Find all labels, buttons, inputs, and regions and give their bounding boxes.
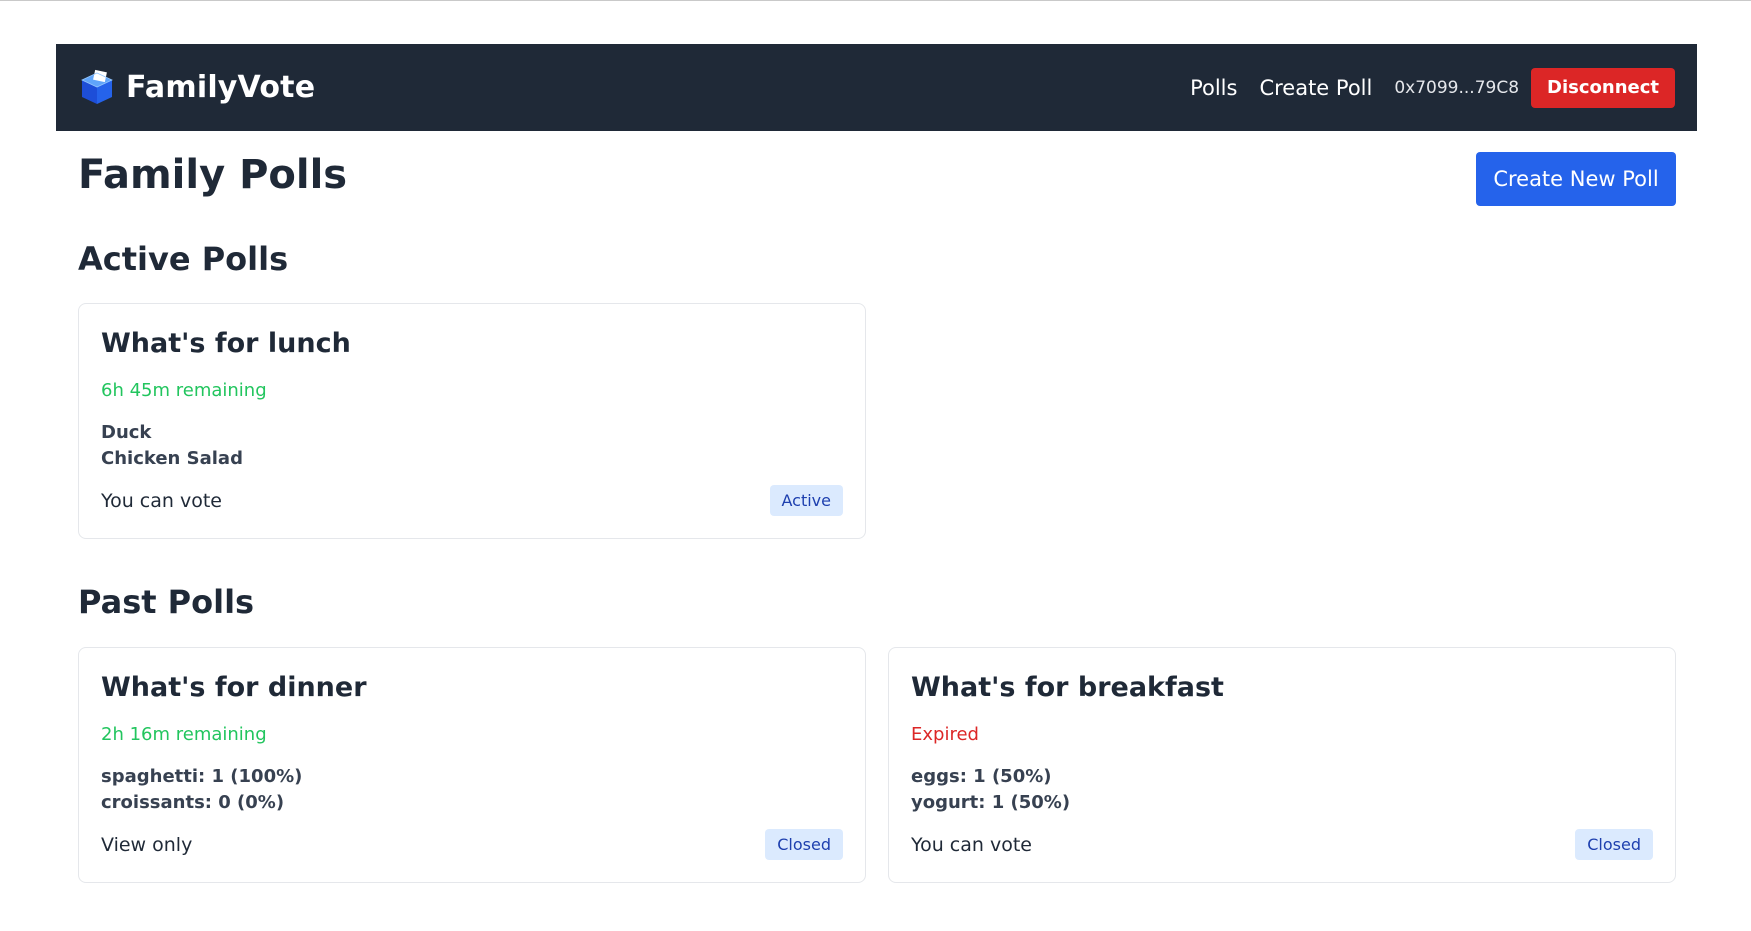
poll-result: spaghetti: 1 (100%) (101, 766, 303, 787)
status-badge: Closed (765, 829, 843, 860)
poll-option: Chicken Salad (101, 448, 243, 469)
poll-card-lunch[interactable]: What's for lunch 6h 45m remaining Duck C… (78, 303, 866, 539)
poll-options: Duck Chicken Salad (101, 420, 843, 472)
poll-option: Duck (101, 422, 152, 443)
status-badge: Active (769, 485, 843, 516)
poll-title: What's for lunch (101, 328, 351, 359)
navbar: FamilyVote Polls Create Poll 0x7099...79… (56, 44, 1697, 131)
poll-footer: You can vote Active (101, 485, 843, 516)
poll-time-remaining: 6h 45m remaining (101, 380, 267, 401)
disconnect-button[interactable]: Disconnect (1531, 67, 1675, 108)
top-border (0, 0, 1751, 1)
create-new-poll-button[interactable]: Create New Poll (1476, 152, 1676, 206)
poll-footer: You can vote Closed (911, 829, 1653, 860)
nav-links: Polls Create Poll 0x7099...79C8 Disconne… (1190, 67, 1675, 108)
poll-result: croissants: 0 (0%) (101, 792, 285, 813)
page-title: Family Polls (78, 152, 348, 198)
poll-footer: View only Closed (101, 829, 843, 860)
nav-link-polls[interactable]: Polls (1190, 76, 1237, 100)
poll-card-dinner[interactable]: What's for dinner 2h 16m remaining spagh… (78, 647, 866, 883)
poll-time-remaining: 2h 16m remaining (101, 724, 267, 745)
poll-card-breakfast[interactable]: What's for breakfast Expired eggs: 1 (50… (888, 647, 1676, 883)
ballot-box-icon (81, 69, 113, 104)
poll-results: spaghetti: 1 (100%) croissants: 0 (0%) (101, 764, 843, 816)
vote-permission: You can vote (101, 489, 222, 512)
active-polls-heading: Active Polls (78, 240, 289, 278)
poll-title: What's for breakfast (911, 672, 1224, 703)
brand-name: FamilyVote (126, 70, 316, 105)
poll-title: What's for dinner (101, 672, 367, 703)
poll-result: yogurt: 1 (50%) (911, 792, 1071, 813)
poll-results: eggs: 1 (50%) yogurt: 1 (50%) (911, 764, 1653, 816)
brand[interactable]: FamilyVote (78, 69, 315, 107)
past-polls-heading: Past Polls (78, 583, 255, 621)
nav-link-create-poll[interactable]: Create Poll (1259, 76, 1372, 100)
wallet-address: 0x7099...79C8 (1394, 77, 1520, 98)
poll-result: eggs: 1 (50%) (911, 766, 1052, 787)
status-badge: Closed (1575, 829, 1653, 860)
vote-permission: You can vote (911, 833, 1032, 856)
vote-permission: View only (101, 833, 193, 856)
poll-expired-status: Expired (911, 724, 979, 745)
